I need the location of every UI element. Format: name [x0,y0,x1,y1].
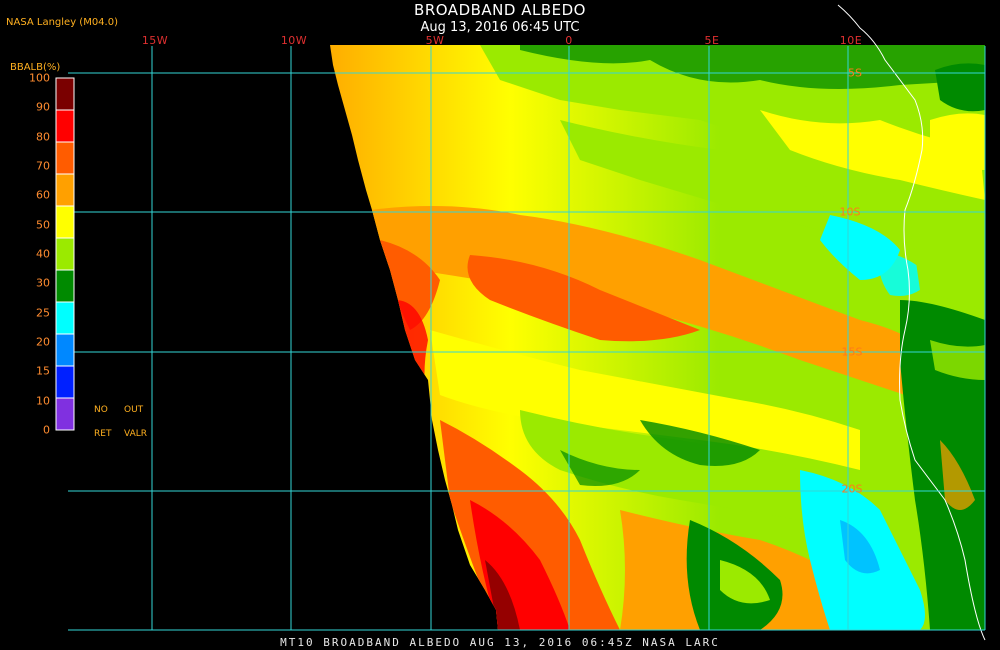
lon-label-10w: 10W [280,34,308,47]
lon-label-0: 0 [565,34,573,47]
lon-label-5e: 5E [704,34,720,47]
colorbar-bin-90-100 [55,77,75,111]
colorbar-tick-25: 25 [36,306,50,320]
lon-label-5w: 5W [425,34,445,47]
colorbar-out-label: OUT [124,405,144,415]
colorbar-valr-label: VALR [124,429,148,439]
colorbar-tick-100: 100 [29,71,50,85]
colorbar-tick-15: 15 [36,364,50,378]
colorbar-bin-20-25 [55,333,75,367]
albedo-map [55,4,986,641]
lat-label-10s: 10S [839,205,861,219]
lat-label-20s: 20S [841,482,863,496]
colorbar-tick-90: 90 [36,100,50,114]
colorbar-tick-0: 0 [43,423,50,437]
colorbar-bin-25-30 [55,301,75,335]
colorbar-bin-0-15 [55,397,75,431]
colorbar-tick-30: 30 [36,276,50,290]
colorbar-tick-70: 70 [36,159,50,173]
footer-caption: MT10 BROADBAND ALBEDO AUG 13, 2016 06:45… [280,636,720,649]
source-label: NASA Langley (M04.0) [6,17,118,28]
colorbar-bin-40-50 [55,237,75,271]
lat-label-5s: 5S [848,66,862,80]
colorbar [55,77,75,431]
lat-label-15s: 15S [841,345,863,359]
map-title: BROADBAND ALBEDO [414,1,586,19]
colorbar-bin-70-80 [55,141,75,175]
colorbar-bin-80-90 [55,109,75,143]
colorbar-ret-label: RET [94,429,112,439]
lon-label-10e: 10E [839,34,863,47]
colorbar-bin-50-60 [55,205,75,239]
colorbar-tick-80: 80 [36,130,50,144]
colorbar-bin-15-20 [55,365,75,399]
colorbar-bin-30-40 [55,269,75,303]
map-subtitle: Aug 13, 2016 06:45 UTC [420,20,580,35]
colorbar-tick-50: 50 [36,218,50,232]
colorbar-tick-20: 20 [36,335,50,349]
colorbar-tick-10: 10 [36,394,50,408]
colorbar-bin-60-70 [55,173,75,207]
colorbar-tick-60: 60 [36,188,50,202]
colorbar-tick-40: 40 [36,247,50,261]
colorbar-no-label: NO [94,405,108,415]
lon-label-15w: 15W [141,34,169,47]
